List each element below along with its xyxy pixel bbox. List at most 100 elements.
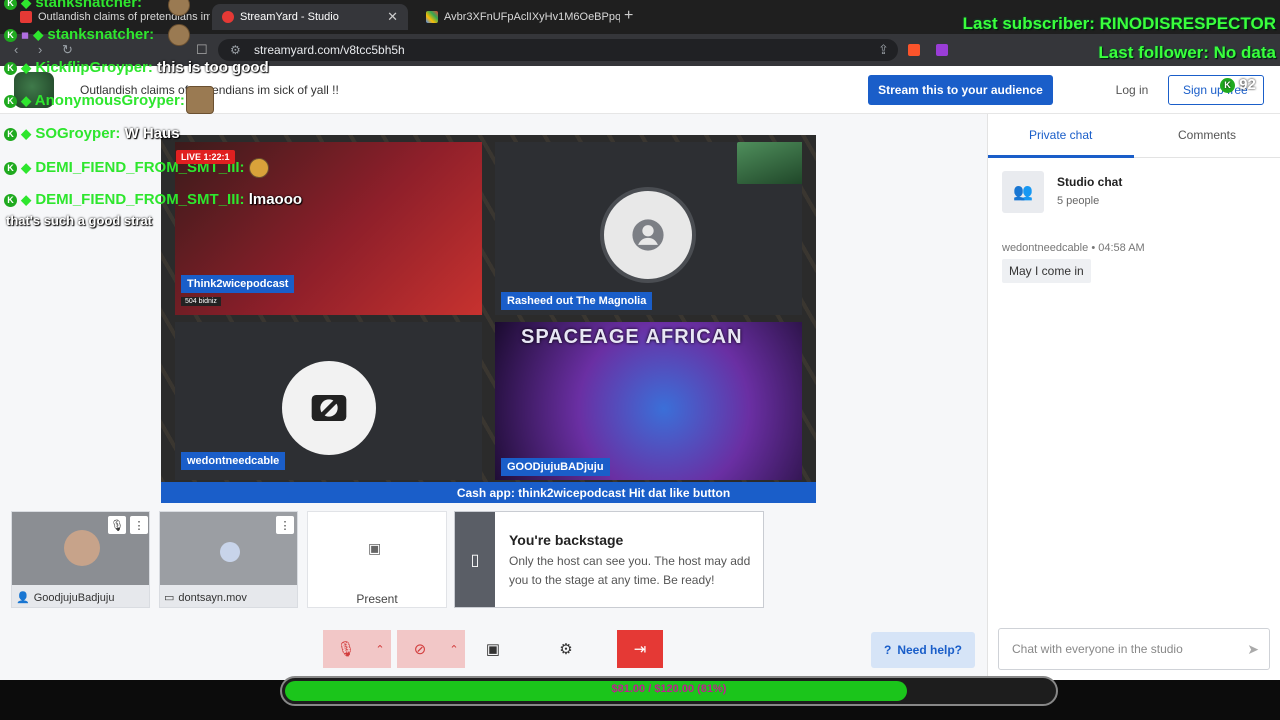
kick-badge-icon: K [1220,77,1235,93]
sidebar-tabs: Private chat Comments [988,114,1280,158]
live-badge: LIVE 1:22:1 [176,150,235,164]
stream-to-audience-button[interactable]: Stream this to your audience [868,75,1053,105]
stage-tile-goodjuju[interactable]: SPACEAGE AFRICAN GOODjujuBADjuju [495,322,802,480]
close-tab-icon[interactable]: ✕ [387,9,398,25]
last-follower-text: Last follower: No data [1098,43,1276,62]
send-icon[interactable]: ➤ [1247,641,1259,658]
back-icon[interactable]: ‹ [14,42,18,57]
stage-tile-wedontneedcable[interactable]: wedontneedcable [175,322,482,480]
viewer-count: K 92 [1220,76,1256,93]
overlay-chat-line: K ■ ◆ stanksnatcher: [4,26,154,43]
diamond-badge-icon: ◆ [33,27,44,43]
bookmark-icon[interactable]: ☐ [196,42,208,58]
overlay-chat-line: K ◆ DEMI_FIEND_FROM_SMT_III: lmaooo [4,191,302,208]
mic-options-button[interactable]: ⌃ [369,630,391,668]
no-tv-logo-icon [311,395,347,421]
statue-image [737,142,802,184]
chat-username: stanksnatcher: [47,26,155,43]
site-info-icon[interactable]: ⚙ [230,43,241,57]
camera-preview [12,512,149,585]
message-time: 04:58 AM [1098,242,1145,254]
chat-username: SOGroyper: [35,125,121,142]
streamyard-icon [222,11,234,23]
video-banner-text: SPACEAGE AFRICAN [521,326,743,348]
participant-thumbnail [64,530,100,566]
drive-icon [426,11,438,23]
browser-tab-streamyard[interactable]: StreamYard - Studio ✕ [212,4,408,30]
diamond-badge-icon: ◆ [21,126,32,142]
participant-name: GoodjujuBadjuju [33,591,115,604]
share-screen-icon: ▣ [485,641,501,658]
more-options-icon[interactable]: ⋮ [276,516,294,534]
more-options-icon[interactable]: ⋮ [130,516,148,534]
mic-off-icon: 🎙 [336,641,356,658]
chevron-up-icon: ⌃ [449,643,459,656]
settings-button[interactable]: ⚙ [547,630,585,668]
chat-username: AnonymousGroyper: [34,92,185,109]
tab-private-chat[interactable]: Private chat [1029,128,1092,142]
participant-name: wedontneedcable [181,452,286,470]
tab-title: StreamYard - Studio [240,11,339,23]
kick-badge-icon: K [4,61,17,75]
message-author: wedontneedcable [1002,242,1089,254]
overlay-chat-line: K ◆ KickflipGroyper: this is too good [4,59,269,76]
chat-text: W Haus [124,125,180,142]
person-icon: 👤 [16,592,30,604]
overlay-chat-line: K ◆ AnonymousGroyper: [4,92,185,109]
brave-rewards-icon[interactable] [936,44,948,56]
diamond-badge-icon: ◆ [21,93,32,109]
chat-username: stanksnatcher: [35,0,143,11]
gear-icon: ⚙ [559,641,573,658]
backstage-tile-label: ▭ dontsayn.mov [164,591,247,605]
overlay-chat-line: K ◆ stanksnatcher: [4,0,142,11]
backstage-tile-dontsayn[interactable]: ⋮ ▭ dontsayn.mov [159,511,298,608]
screen: Outlandish claims of pretendians im sick… [0,0,1280,720]
address-bar[interactable]: ⚙ streamyard.com/v8tcc5bh5h [218,39,898,61]
kick-badge-icon: K [4,0,17,10]
participant-name: Rasheed out The Magnolia [501,292,653,310]
reload-icon[interactable]: ↻ [62,42,73,58]
brave-shield-icon[interactable] [908,44,920,56]
overlay-chat-continuation: that's such a good strat [6,213,153,228]
url-text: streamyard.com/v8tcc5bh5h [254,43,405,57]
backstage-title: You're backstage [509,532,624,548]
studio-chat-title: Studio chat [1057,175,1123,189]
share-screen-button[interactable]: ▣ [474,630,512,668]
avatar-emote [168,24,190,46]
last-subscriber-text: Last subscriber: RINODISRESPECTOR [962,14,1276,33]
camera-options-button[interactable]: ⌃ [443,630,465,668]
backstage-tile-goodjuju[interactable]: 🎙 ⋮ 👤 GoodjujuBadjuju [11,511,150,608]
diamond-badge-icon: ◆ [21,192,32,208]
login-button[interactable]: Log in [1102,75,1162,105]
present-label: Present [356,592,398,606]
mute-mic-button[interactable]: 🎙 [323,630,369,668]
leave-studio-button[interactable]: ⇥ [617,630,663,668]
chat-username: KickflipGroyper: [35,59,153,76]
chat-input[interactable]: Chat with everyone in the studio ➤ [998,628,1270,670]
camera-off-button[interactable]: ⊘ [397,630,443,668]
stage-tile-rasheed[interactable]: Rasheed out The Magnolia [495,142,802,315]
kick-badge-icon: K [4,127,17,141]
browser-tab-other[interactable]: Avbr3XFnUFpAclIXyHv1M6OeBPpqJc [416,4,620,30]
share-icon[interactable]: ⇪ [878,42,889,58]
kick-badge-icon: K [4,193,17,207]
avatar-emote [186,86,214,114]
video-file-icon: ▭ [164,592,175,604]
tab-comments[interactable]: Comments [1178,128,1236,142]
diamond-badge-icon: ◆ [21,0,32,11]
chat-sidebar: Private chat Comments 👥 Studio chat 5 pe… [987,114,1280,680]
help-icon: ? [883,643,892,657]
thumbnail [220,542,240,562]
kick-badge-icon: K [4,161,17,175]
chat-message: May I come in [1002,259,1091,283]
chat-text: lmaooo [248,191,303,208]
mic-off-icon[interactable]: 🎙 [108,516,126,534]
diamond-badge-icon: ◆ [21,160,32,175]
message-meta: wedontneedcable • 04:58 AM [1002,242,1145,254]
new-tab-icon[interactable]: + [624,7,633,25]
donation-goal-bar: $81.00 / $120.00 (81%) [280,676,1058,706]
need-help-button[interactable]: ? Need help? [871,632,975,668]
present-button[interactable]: ▣ Present [307,511,447,608]
donation-goal-text: $81.00 / $120.00 (81%) [611,683,727,695]
forward-icon[interactable]: › [38,42,42,57]
